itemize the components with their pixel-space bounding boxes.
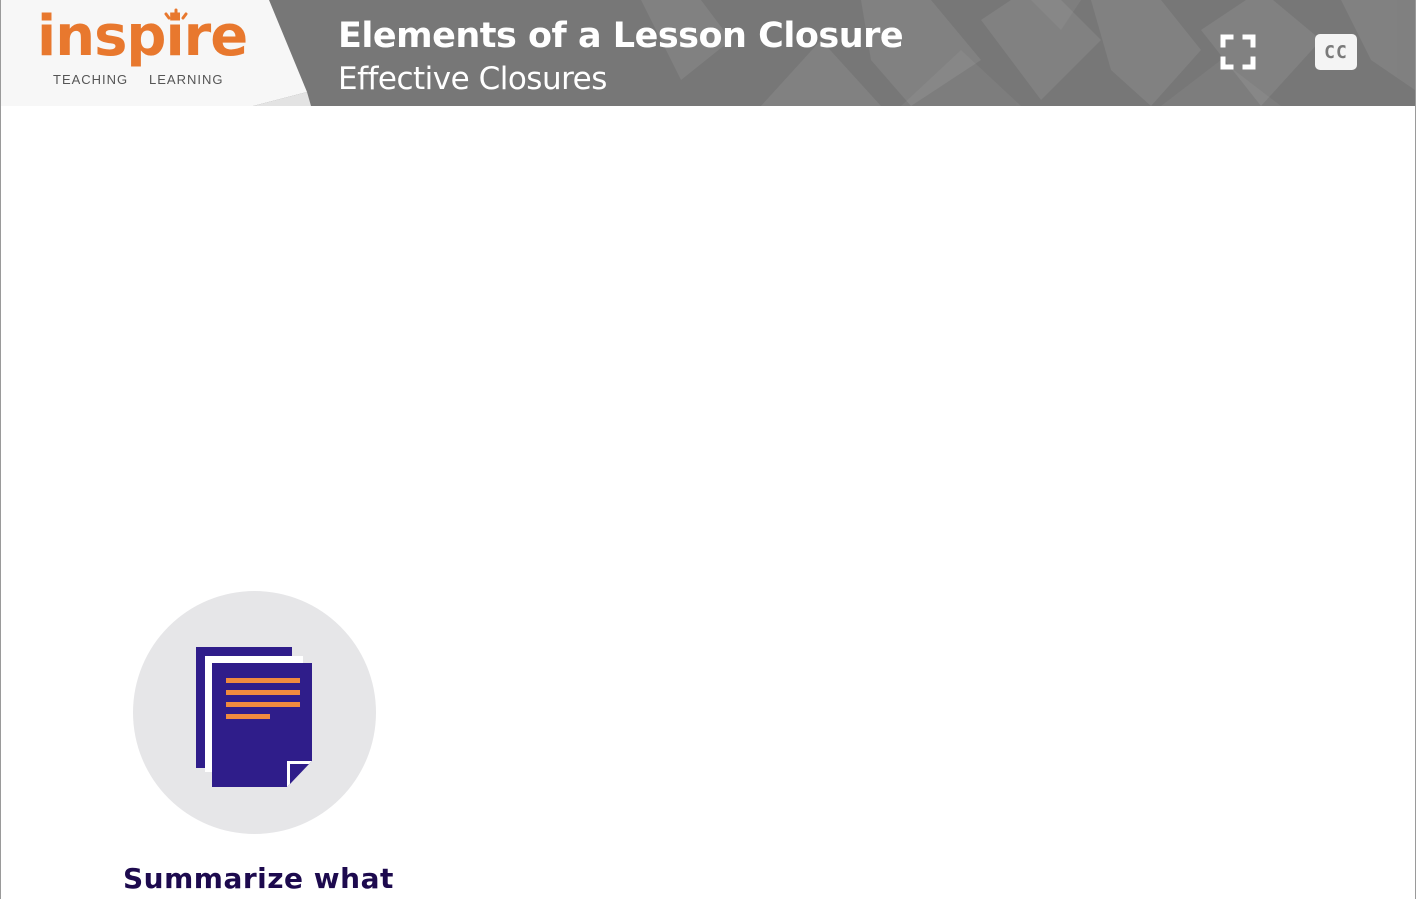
page-title: Elements of a Lesson Closure — [338, 16, 904, 56]
page-subtitle: Effective Closures — [338, 61, 607, 97]
documents-icon — [196, 647, 312, 787]
fullscreen-button[interactable] — [1219, 33, 1257, 71]
logo-panel: inspire TEACHING LEARNING — [1, 0, 311, 106]
closed-captions-button[interactable]: CC — [1315, 34, 1357, 70]
logo-tagline-teaching: TEACHING — [53, 72, 129, 87]
logo-tagline-learning: LEARNING — [149, 72, 224, 87]
fullscreen-icon — [1220, 34, 1256, 70]
slide-frame: inspire TEACHING LEARNING Elements of a … — [0, 0, 1416, 899]
sun-rays-icon — [164, 8, 188, 20]
logo-wordmark: inspire — [37, 4, 248, 69]
header-bar: inspire TEACHING LEARNING Elements of a … — [1, 0, 1415, 106]
cc-icon: CC — [1324, 41, 1348, 63]
item-caption: Summarize what — [123, 862, 394, 895]
